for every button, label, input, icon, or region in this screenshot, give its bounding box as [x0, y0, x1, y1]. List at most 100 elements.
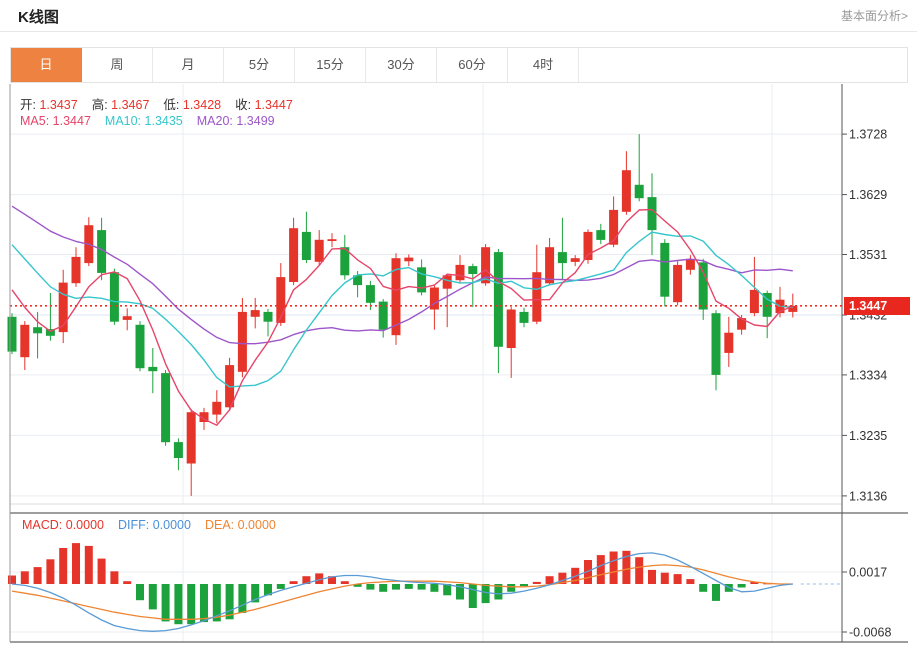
ohlc-value: 1.3467	[108, 98, 150, 112]
ohlc-value: 1.3428	[179, 98, 221, 112]
macd-bar	[174, 584, 182, 624]
candle-body	[660, 243, 669, 297]
macd-bar	[405, 584, 413, 589]
candle-body	[238, 312, 247, 372]
candle-body	[750, 290, 759, 313]
macd-bar	[430, 584, 438, 592]
candle-body	[686, 259, 695, 269]
ma-item: MA10: 1.3435	[105, 114, 183, 128]
candle-body	[187, 412, 196, 463]
candle-body	[33, 327, 42, 333]
macd-bar	[533, 582, 541, 584]
candle-body	[264, 312, 273, 322]
macd-value: 0.0000	[149, 518, 191, 532]
y-axis-label: 1.3531	[849, 248, 887, 262]
macd-value: 0.0000	[62, 518, 104, 532]
candle-body	[494, 252, 503, 347]
candle-body	[404, 258, 413, 262]
macd-bar	[699, 584, 707, 592]
candle-body	[8, 317, 17, 352]
ohlc-value: 1.3437	[36, 98, 78, 112]
macd-bar	[712, 584, 720, 601]
candle-body	[622, 170, 631, 212]
macd-bar	[123, 581, 131, 584]
candle-body	[532, 272, 541, 322]
y-axis-label: 1.3136	[849, 489, 887, 503]
macd-bar	[34, 567, 42, 584]
ohlc-item: 开: 1.3437	[20, 98, 78, 112]
macd-bar	[507, 584, 515, 592]
macd-bar	[110, 571, 118, 584]
macd-bar	[341, 581, 349, 584]
macd-label: MACD:	[22, 518, 62, 532]
macd-bar	[546, 576, 554, 584]
ohlc-item: 收: 1.3447	[235, 98, 293, 112]
candle-body	[673, 265, 682, 302]
candle-body	[456, 265, 465, 280]
macd-bar	[238, 584, 246, 613]
diff-line	[12, 553, 793, 631]
macd-bar	[98, 559, 106, 584]
candle-body	[712, 313, 721, 375]
macd-bar	[162, 584, 170, 621]
macd-item: DIFF: 0.0000	[118, 518, 191, 532]
ma-legend: MA5: 1.3447 MA10: 1.3435 MA20: 1.3499	[20, 114, 289, 128]
macd-bar	[482, 584, 490, 603]
macd-bar	[686, 579, 694, 584]
macd-bar	[648, 570, 656, 584]
candle-body	[110, 272, 119, 322]
ma-value: 1.3447	[49, 114, 91, 128]
candle-body	[699, 262, 708, 309]
y-axis-label: 1.3728	[849, 128, 887, 142]
candle-body	[251, 310, 260, 317]
ohlc-item: 高: 1.3467	[92, 98, 150, 112]
macd-bar	[46, 559, 54, 584]
macd-bar	[366, 584, 374, 590]
candle-body	[315, 240, 324, 262]
ohlc-label: 收:	[235, 98, 251, 112]
macd-bar	[469, 584, 477, 608]
ma-item: MA5: 1.3447	[20, 114, 91, 128]
candle-body	[520, 312, 529, 323]
kline-widget: K线图 基本面分析> 日周月5分15分30分60分4时 1.37281.3629…	[0, 0, 917, 646]
macd-bar	[277, 584, 285, 589]
candle-body	[468, 266, 477, 274]
dea-line	[12, 565, 793, 619]
candle-body	[328, 239, 337, 241]
macd-bar	[59, 548, 67, 584]
macd-label: DIFF:	[118, 518, 149, 532]
macd-value: 0.0000	[234, 518, 276, 532]
candle-body	[635, 185, 644, 198]
ma-label: MA10:	[105, 114, 141, 128]
macd-bar	[200, 584, 208, 622]
candle-body	[507, 310, 516, 349]
axes-layer	[10, 84, 908, 642]
candle-body	[571, 258, 580, 262]
ma-value: 1.3435	[141, 114, 183, 128]
macd-label: DEA:	[205, 518, 234, 532]
macd-bar	[661, 573, 669, 584]
ohlc-label: 低:	[163, 98, 179, 112]
candle-body	[289, 228, 298, 282]
candle-body	[148, 367, 157, 371]
macd-bar	[187, 584, 195, 624]
candle-body	[212, 402, 221, 415]
macd-bar	[418, 584, 426, 590]
candle-body	[174, 442, 183, 458]
candle-body	[123, 316, 132, 320]
candle-body	[366, 285, 375, 303]
macd-bar	[610, 552, 618, 585]
macd-bar	[674, 574, 682, 584]
macd-bar	[8, 576, 16, 585]
y-axis-label: 1.3334	[849, 368, 887, 382]
macd-bar	[72, 543, 80, 584]
macd-bar	[290, 581, 298, 584]
ma-value: 1.3499	[233, 114, 275, 128]
ma-label: MA20:	[197, 114, 233, 128]
macd-bar	[392, 584, 400, 590]
macd-layer	[8, 543, 842, 631]
macd-bar	[520, 584, 528, 586]
ma10-line	[12, 232, 793, 387]
candle-body	[302, 232, 311, 260]
macd-bar	[379, 584, 387, 592]
